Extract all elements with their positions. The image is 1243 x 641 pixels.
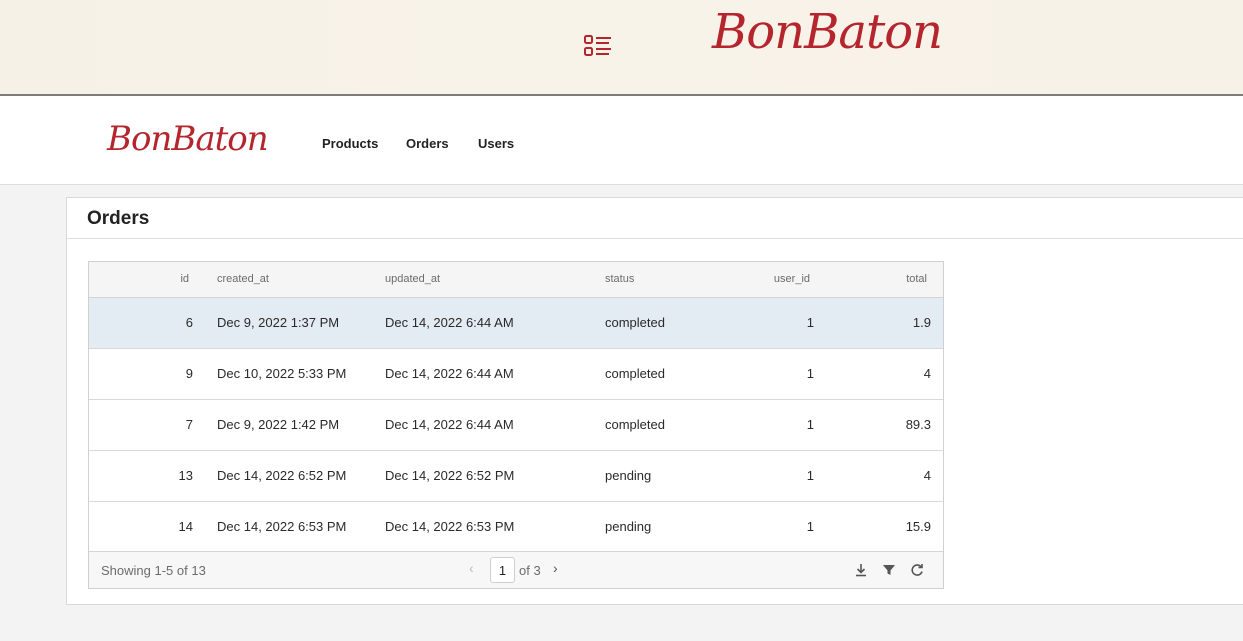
orders-table: id created_at updated_at status user_id … [88, 261, 944, 589]
cell-user-id: 1 [806, 519, 814, 534]
cell-user-id: 1 [806, 468, 814, 483]
cell-total: 4 [923, 468, 931, 483]
nav-link-users[interactable]: Users [478, 136, 514, 151]
column-header-total[interactable]: total [869, 273, 927, 285]
cell-updated-at: Dec 14, 2022 6:53 PM [385, 519, 515, 534]
cell-status: pending [605, 519, 652, 534]
column-header-created-at[interactable]: created_at [217, 273, 269, 285]
cell-user-id: 1 [806, 417, 814, 432]
cell-created-at: Dec 9, 2022 1:42 PM [217, 417, 340, 432]
table-row[interactable]: 13 Dec 14, 2022 6:52 PM Dec 14, 2022 6:5… [89, 451, 943, 502]
pagination-summary: Showing 1-5 of 13 [101, 563, 206, 578]
cell-id: 14 [178, 519, 193, 534]
cell-total: 15.9 [905, 519, 931, 534]
cell-user-id: 1 [806, 366, 814, 381]
cell-status: pending [605, 468, 652, 483]
column-header-user-id[interactable]: user_id [749, 273, 810, 285]
orders-panel: Orders id created_at updated_at status u… [66, 197, 1243, 605]
page-count-label: of 3 [519, 563, 541, 578]
table-footer: Showing 1-5 of 13 ‹ of 3 › [89, 551, 943, 588]
cell-total: 89.3 [905, 417, 931, 432]
cell-updated-at: Dec 14, 2022 6:52 PM [385, 468, 515, 483]
table-row[interactable]: 14 Dec 14, 2022 6:53 PM Dec 14, 2022 6:5… [89, 502, 943, 553]
list-menu-icon[interactable] [583, 33, 613, 59]
top-banner: BonBaton [0, 0, 1243, 96]
banner-logo[interactable]: BonBaton [712, 4, 943, 60]
cell-id: 13 [178, 468, 193, 483]
cell-status: completed [605, 315, 665, 330]
divider [67, 238, 1243, 239]
column-header-id[interactable]: id [149, 273, 189, 285]
cell-status: completed [605, 366, 665, 381]
nav-link-orders[interactable]: Orders [406, 136, 449, 151]
cell-updated-at: Dec 14, 2022 6:44 AM [385, 417, 514, 432]
cell-updated-at: Dec 14, 2022 6:44 AM [385, 366, 514, 381]
cell-user-id: 1 [806, 315, 814, 330]
nav-logo[interactable]: BonBaton [107, 119, 269, 159]
cell-total: 4 [923, 366, 931, 381]
cell-updated-at: Dec 14, 2022 6:44 AM [385, 315, 514, 330]
cell-id: 9 [185, 366, 193, 381]
page-number-input[interactable] [490, 557, 515, 583]
nav-link-products[interactable]: Products [322, 136, 378, 151]
previous-page-icon[interactable]: ‹ [469, 560, 474, 576]
filter-icon[interactable] [881, 562, 897, 578]
refresh-icon[interactable] [909, 562, 925, 578]
cell-total: 1.9 [912, 315, 931, 330]
page-title: Orders [87, 208, 150, 229]
table-row[interactable]: 6 Dec 9, 2022 1:37 PM Dec 14, 2022 6:44 … [89, 298, 943, 349]
cell-created-at: Dec 14, 2022 6:53 PM [217, 519, 347, 534]
download-icon[interactable] [853, 562, 869, 578]
table-row[interactable]: 9 Dec 10, 2022 5:33 PM Dec 14, 2022 6:44… [89, 349, 943, 400]
cell-created-at: Dec 14, 2022 6:52 PM [217, 468, 347, 483]
cell-created-at: Dec 10, 2022 5:33 PM [217, 366, 347, 381]
admin-navbar: BonBaton Products Orders Users [0, 96, 1243, 185]
cell-created-at: Dec 9, 2022 1:37 PM [217, 315, 340, 330]
column-header-status[interactable]: status [605, 273, 634, 285]
table-row[interactable]: 7 Dec 9, 2022 1:42 PM Dec 14, 2022 6:44 … [89, 400, 943, 451]
table-header: id created_at updated_at status user_id … [89, 262, 943, 298]
next-page-icon[interactable]: › [553, 560, 558, 576]
cell-id: 6 [185, 315, 193, 330]
cell-id: 7 [185, 417, 193, 432]
column-header-updated-at[interactable]: updated_at [385, 273, 440, 285]
cell-status: completed [605, 417, 665, 432]
